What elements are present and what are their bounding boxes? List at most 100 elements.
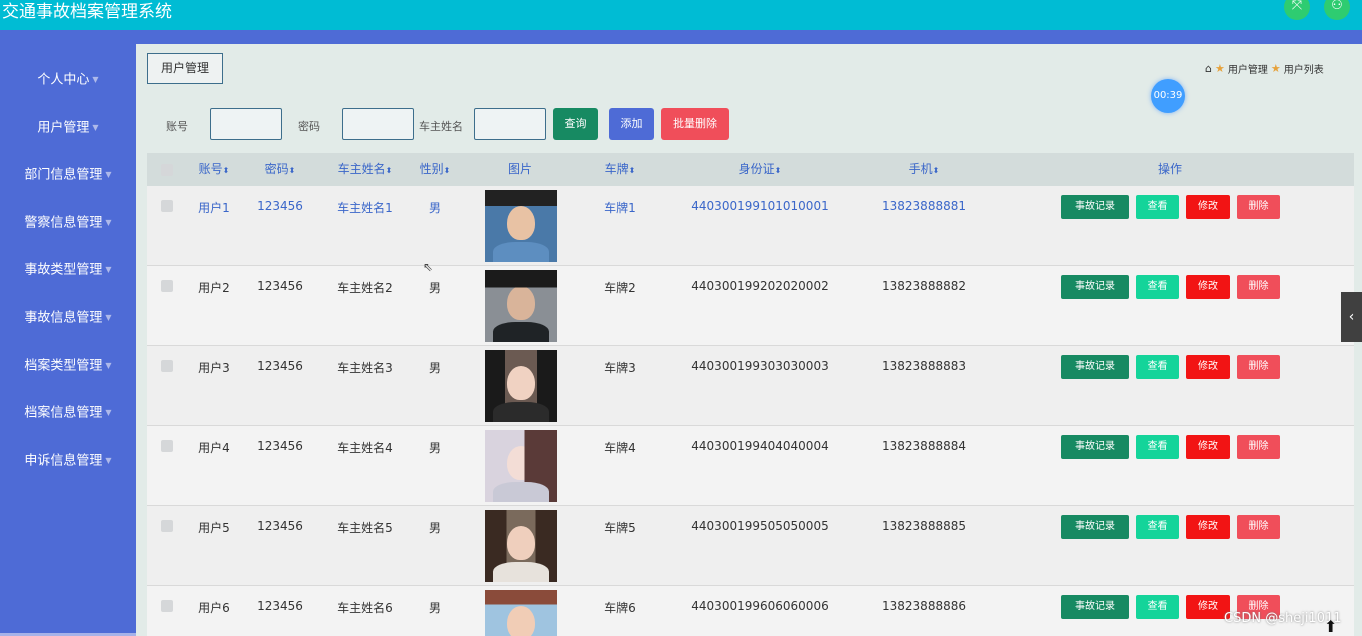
row-checkbox[interactable] [161, 200, 173, 212]
delete-button[interactable]: 删除 [1237, 515, 1280, 539]
row-checkbox[interactable] [161, 280, 173, 292]
accident-record-button[interactable]: 事故记录 [1061, 275, 1129, 299]
user-icon[interactable]: ⚇ [1324, 0, 1350, 20]
cell-id-card: 440300199606060006 [691, 599, 829, 613]
owner-input[interactable] [474, 108, 546, 140]
user-photo[interactable] [485, 190, 557, 262]
accident-record-button[interactable]: 事故记录 [1061, 355, 1129, 379]
view-button[interactable]: 查看 [1136, 515, 1179, 539]
back-to-top-icon[interactable]: ⬆ [1324, 617, 1337, 636]
sidebar-item-label: 事故信息管理 [24, 310, 103, 326]
caret-down-icon: ▼ [92, 75, 99, 84]
header-id-card[interactable]: 身份证⬍ [739, 153, 782, 186]
table-row[interactable]: 用户1 123456 车主姓名1 男 车牌1 44030019910101000… [147, 186, 1354, 266]
delete-button[interactable]: 删除 [1237, 275, 1280, 299]
select-all-checkbox[interactable] [161, 164, 173, 176]
sort-icon: ⬍ [288, 166, 296, 175]
cell-password: 123456 [257, 359, 303, 373]
header-plate[interactable]: 车牌⬍ [605, 153, 636, 186]
view-button[interactable]: 查看 [1136, 435, 1179, 459]
user-photo[interactable] [485, 510, 557, 582]
caret-down-icon: ▼ [105, 313, 112, 322]
table-row[interactable]: 用户6 123456 车主姓名6 男 车牌6 44030019960606000… [147, 586, 1354, 636]
table-row[interactable]: 用户4 123456 车主姓名4 男 车牌4 44030019940404000… [147, 426, 1354, 506]
cell-plate: 车牌4 [604, 441, 636, 455]
sidebar-item-profile[interactable]: 个人中心 ▼ [0, 65, 136, 95]
query-button[interactable]: 查询 [553, 108, 598, 140]
header-label: 手机 [908, 162, 933, 176]
sidebar-item-label: 警察信息管理 [24, 215, 103, 231]
delete-button[interactable]: 删除 [1237, 355, 1280, 379]
home-icon[interactable]: ⌂ [1205, 62, 1212, 75]
cell-id-card: 440300199404040004 [691, 439, 829, 453]
header-account[interactable]: 账号⬍ [199, 153, 230, 186]
breadcrumb-item[interactable]: 用户管理 [1228, 61, 1268, 76]
caret-down-icon: ▼ [105, 265, 112, 274]
edit-button[interactable]: 修改 [1186, 435, 1230, 459]
row-checkbox[interactable] [161, 520, 173, 532]
table-row[interactable]: 用户5 123456 车主姓名5 男 车牌5 44030019950505000… [147, 506, 1354, 586]
row-checkbox[interactable] [161, 440, 173, 452]
batch-delete-button[interactable]: 批量删除 [661, 108, 729, 140]
sidebar-item-users[interactable]: 用户管理 ▼ [0, 113, 136, 143]
accident-record-button[interactable]: 事故记录 [1061, 435, 1129, 459]
sidebar-item-archive-types[interactable]: 档案类型管理 ▼ [0, 351, 136, 381]
edit-button[interactable]: 修改 [1186, 355, 1230, 379]
row-checkbox[interactable] [161, 600, 173, 612]
sidebar-item-accidents[interactable]: 事故信息管理 ▼ [0, 303, 136, 333]
sidebar-item-accident-types[interactable]: 事故类型管理 ▼ [0, 255, 136, 285]
cell-gender: 男 [428, 281, 442, 295]
accident-record-button[interactable]: 事故记录 [1061, 195, 1129, 219]
star-icon: ★ [1270, 62, 1281, 75]
user-photo[interactable] [485, 590, 557, 636]
edit-button[interactable]: 修改 [1186, 515, 1230, 539]
header-password[interactable]: 密码⬍ [265, 153, 296, 186]
edit-button[interactable]: 修改 [1186, 275, 1230, 299]
cell-owner: 车主姓名1 [337, 201, 393, 215]
header-phone[interactable]: 手机⬍ [909, 153, 940, 186]
cell-account: 用户5 [198, 521, 230, 535]
sidebar-item-label: 部门信息管理 [24, 167, 103, 183]
cell-password: 123456 [257, 199, 303, 213]
account-input[interactable] [210, 108, 282, 140]
table-row[interactable]: 用户3 123456 车主姓名3 男 车牌3 44030019930303000… [147, 346, 1354, 426]
collapse-panel-button[interactable]: ‹ [1341, 292, 1362, 342]
cell-account: 用户3 [198, 361, 230, 375]
edit-button[interactable]: 修改 [1186, 195, 1230, 219]
sidebar-item-appeals[interactable]: 申诉信息管理 ▼ [0, 446, 136, 476]
top-bar: 交通事故档案管理系统 ⤧ ⚇ [0, 0, 1362, 30]
delete-button[interactable]: 删除 [1237, 195, 1280, 219]
cell-phone: 13823888885 [882, 519, 966, 533]
cell-id-card: 440300199505050005 [691, 519, 829, 533]
tab-user-management[interactable]: 用户管理 [147, 53, 223, 84]
row-checkbox[interactable] [161, 360, 173, 372]
sidebar-item-label: 个人中心 [37, 72, 90, 88]
add-button[interactable]: 添加 [609, 108, 654, 140]
view-button[interactable]: 查看 [1136, 275, 1179, 299]
accident-record-button[interactable]: 事故记录 [1061, 595, 1129, 619]
mouse-cursor-icon: ⇖ [423, 260, 434, 274]
sidebar-item-police[interactable]: 警察信息管理 ▼ [0, 208, 136, 238]
password-input[interactable] [342, 108, 414, 140]
user-photo[interactable] [485, 350, 557, 422]
cell-phone: 13823888884 [882, 439, 966, 453]
delete-button[interactable]: 删除 [1237, 435, 1280, 459]
view-button[interactable]: 查看 [1136, 595, 1179, 619]
fullscreen-icon[interactable]: ⤧ [1284, 0, 1310, 20]
sidebar-item-departments[interactable]: 部门信息管理 ▼ [0, 160, 136, 190]
cell-gender: 男 [428, 201, 442, 215]
header-label: 身份证 [738, 162, 775, 176]
cell-plate: 车牌6 [604, 601, 636, 615]
header-owner[interactable]: 车主姓名⬍ [338, 153, 393, 186]
owner-label: 车主姓名 [419, 120, 463, 133]
view-button[interactable]: 查看 [1136, 195, 1179, 219]
cell-account: 用户6 [198, 601, 230, 615]
user-photo[interactable] [485, 270, 557, 342]
header-gender[interactable]: 性别⬍ [420, 153, 451, 186]
cell-phone: 13823888886 [882, 599, 966, 613]
sidebar-item-archives[interactable]: 档案信息管理 ▼ [0, 398, 136, 428]
view-button[interactable]: 查看 [1136, 355, 1179, 379]
table-row[interactable]: 用户2 123456 车主姓名2 男 车牌2 44030019920202000… [147, 266, 1354, 346]
accident-record-button[interactable]: 事故记录 [1061, 515, 1129, 539]
user-photo[interactable] [485, 430, 557, 502]
